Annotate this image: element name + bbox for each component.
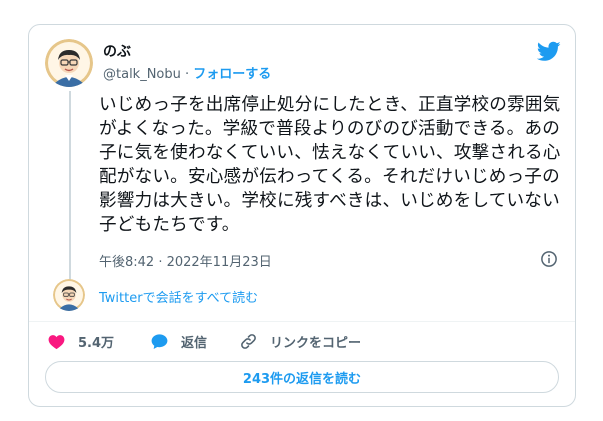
copy-link-label: リンクをコピー [270, 335, 362, 351]
link-icon [241, 333, 256, 349]
read-replies-label: 243件の返信を読む [242, 371, 362, 387]
reply-label: 返信 [181, 335, 208, 351]
reply-bubble-icon [151, 333, 168, 349]
handle-separator: · [180, 67, 194, 82]
read-replies-button[interactable]: 243件の返信を読む [45, 361, 559, 393]
author-handle[interactable]: @talk_Nobu [103, 67, 181, 82]
action-bar: 5.4万 返信 リンクをコピー [47, 330, 361, 352]
copy-link-button[interactable]: リンクをコピー [239, 332, 361, 351]
tweet-timestamp[interactable]: 午後8:42 · 2022年11月23日 [99, 251, 272, 270]
author-name[interactable]: のぶ [103, 41, 131, 61]
tweet-card: のぶ @talk_Nobu · フォローする いじめっ子を出席停止処分にしたとき… [28, 24, 576, 407]
like-button[interactable]: 5.4万 [47, 332, 150, 351]
heart-icon [48, 334, 65, 349]
reply-button[interactable]: 返信 [150, 332, 239, 351]
author-avatar[interactable] [45, 39, 93, 87]
reply-avatar[interactable] [53, 279, 85, 311]
divider [29, 321, 575, 322]
thread-connector-line [69, 91, 71, 293]
read-conversation-link[interactable]: Twitterで会話をすべて読む [99, 287, 258, 306]
info-icon[interactable] [540, 250, 558, 268]
follow-button[interactable]: フォローする [193, 67, 271, 82]
tweet-text: いじめっ子を出席停止処分にしたとき、正直学校の雰囲気がよくなった。学級で普段より… [99, 95, 561, 235]
twitter-bird-icon[interactable] [537, 39, 561, 63]
author-handle-row: @talk_Nobu · フォローする [103, 63, 271, 82]
like-count: 5.4万 [78, 335, 115, 351]
